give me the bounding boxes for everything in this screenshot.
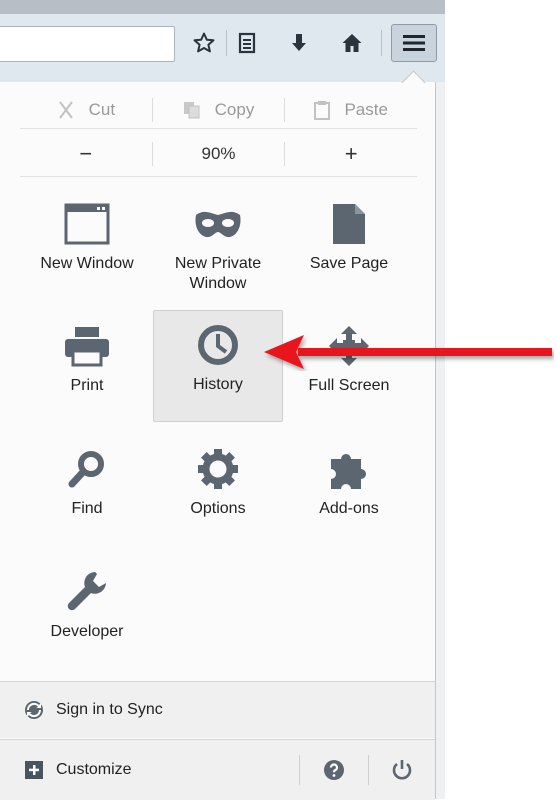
window-icon — [63, 200, 111, 248]
open-menu-button[interactable] — [391, 24, 437, 62]
customize-button[interactable]: Customize — [0, 740, 299, 800]
plus-box-icon — [24, 760, 44, 780]
scissors-icon — [58, 101, 73, 119]
mask-icon — [194, 200, 242, 248]
downloads-icon[interactable] — [284, 28, 314, 58]
zoom-out-button[interactable]: − — [20, 132, 152, 176]
edit-controls: Cut Copy Paste — [20, 92, 417, 129]
find-button[interactable]: Find — [22, 435, 152, 547]
new-private-window-button[interactable]: New Private Window — [153, 190, 283, 302]
copy-button[interactable]: Copy — [153, 92, 285, 128]
home-icon[interactable] — [337, 28, 367, 58]
print-button[interactable]: Print — [22, 312, 152, 424]
annotation-arrow — [264, 335, 552, 369]
cut-button[interactable]: Cut — [20, 92, 152, 128]
tab-strip — [0, 0, 445, 14]
zoom-reset-button[interactable]: 90% — [153, 132, 285, 176]
help-icon — [324, 760, 344, 780]
bookmark-star-icon[interactable] — [189, 28, 219, 58]
zoom-in-button[interactable]: + — [285, 132, 417, 176]
new-window-button[interactable]: New Window — [22, 190, 152, 302]
sync-icon — [24, 700, 44, 720]
quit-button[interactable] — [369, 740, 435, 800]
customize-label: Customize — [56, 761, 132, 778]
clock-icon — [194, 321, 242, 369]
customize-row: Customize — [0, 739, 435, 800]
printer-icon — [63, 322, 111, 370]
clipboard-icon — [314, 101, 331, 120]
page-icon — [325, 200, 373, 248]
gear-icon — [194, 445, 242, 493]
save-page-button[interactable]: Save Page — [284, 190, 414, 302]
wrench-icon — [63, 568, 111, 616]
add-ons-button[interactable]: Add-ons — [284, 435, 414, 547]
sync-row[interactable]: Sign in to Sync — [0, 681, 435, 738]
paste-button[interactable]: Paste — [285, 92, 417, 128]
hamburger-icon — [403, 35, 425, 51]
magnifier-icon — [63, 445, 111, 493]
sync-label: Sign in to Sync — [56, 701, 163, 718]
developer-button[interactable]: Developer — [22, 558, 152, 670]
puzzle-icon — [325, 445, 373, 493]
zoom-controls: − 90% + — [20, 132, 417, 177]
copy-icon — [183, 102, 200, 119]
power-icon — [392, 760, 412, 780]
options-button[interactable]: Options — [153, 435, 283, 547]
help-button[interactable] — [300, 740, 368, 800]
address-bar[interactable] — [0, 26, 175, 62]
bookmarks-menu-icon[interactable] — [232, 28, 262, 58]
